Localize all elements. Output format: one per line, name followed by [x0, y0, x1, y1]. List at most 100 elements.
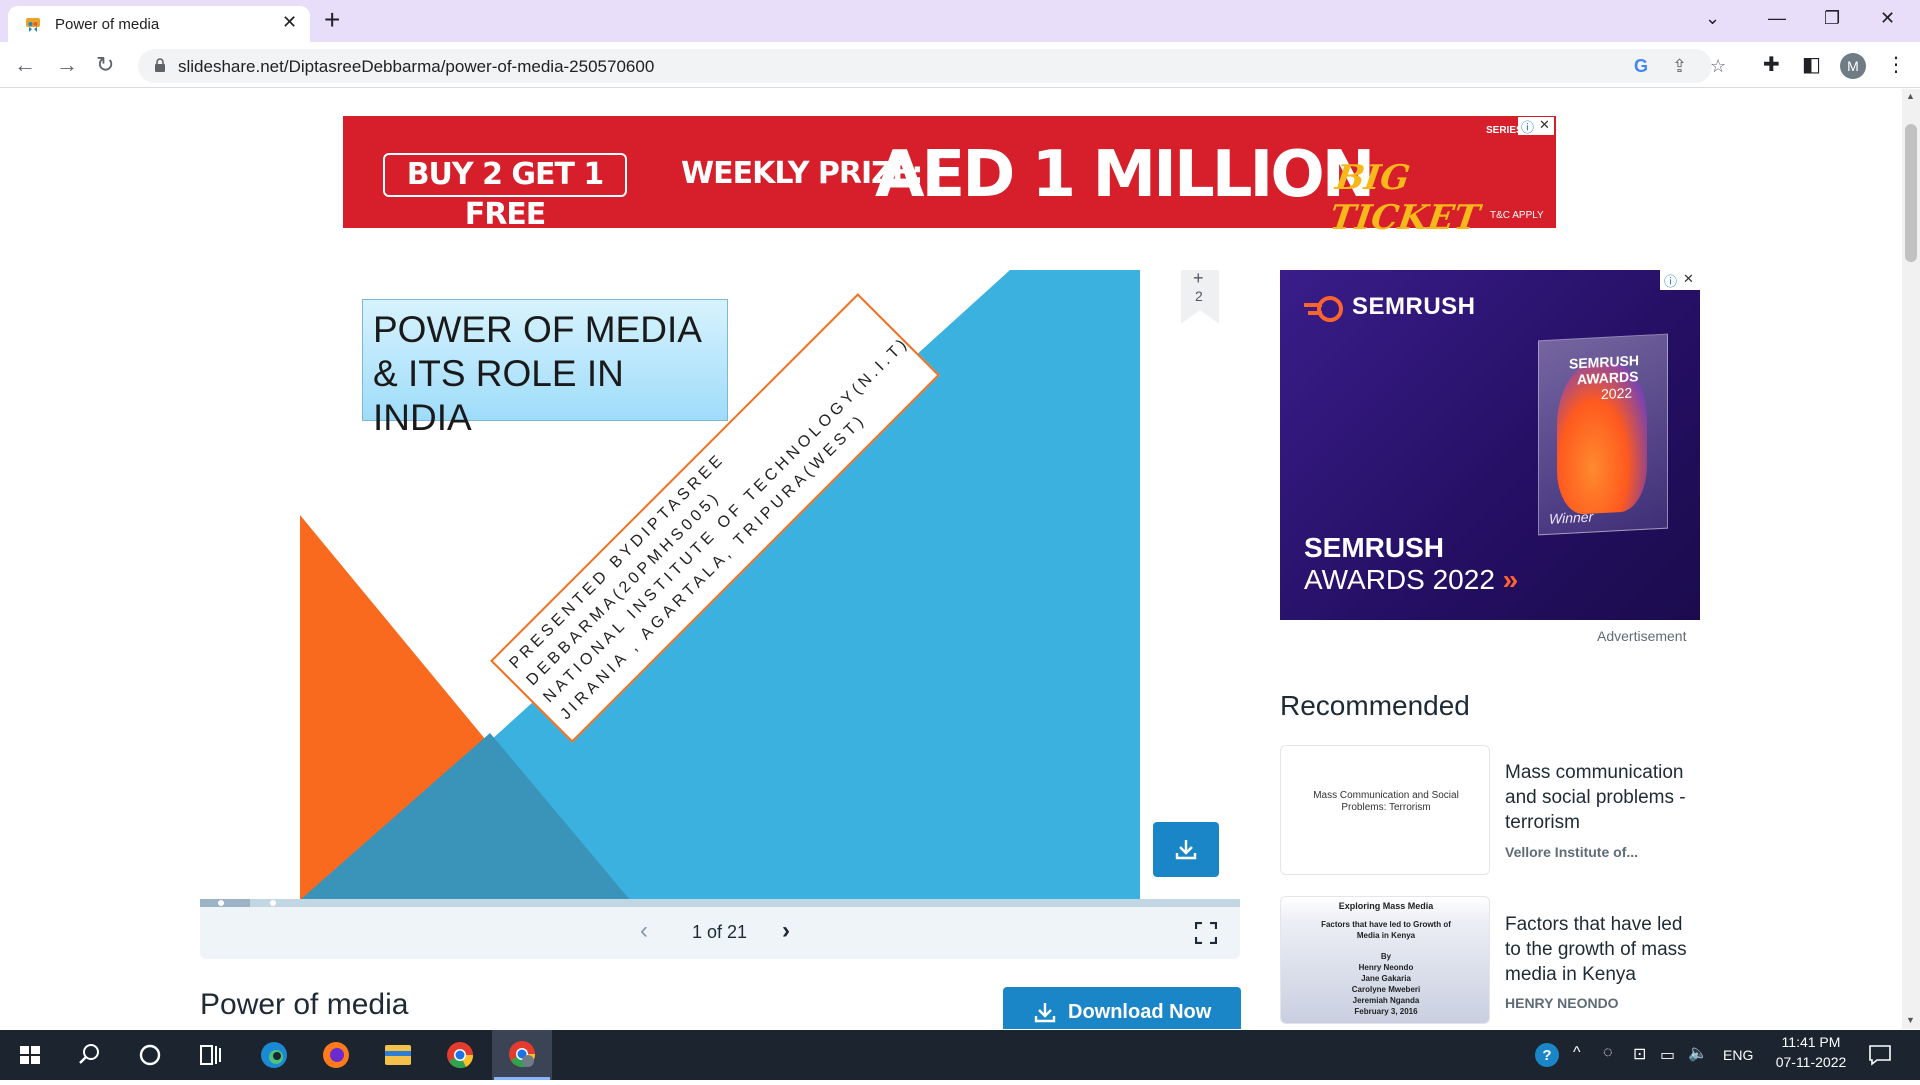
- device-icon[interactable]: ⊡: [1633, 1044, 1646, 1064]
- url-text: slideshare.net/DiptasreeDebbarma/power-o…: [178, 57, 655, 76]
- recommended-title[interactable]: Factors that have led to the growth of m…: [1505, 912, 1695, 987]
- page-scrollbar[interactable]: ▲ ▼: [1902, 89, 1920, 1029]
- address-bar[interactable]: slideshare.net/DiptasreeDebbarma/power-o…: [138, 49, 1726, 83]
- recommended-thumbnail[interactable]: Exploring Mass Media Factors that have l…: [1280, 896, 1490, 1024]
- fullscreen-icon[interactable]: [1195, 922, 1217, 944]
- forward-arrow-icon[interactable]: →: [56, 52, 78, 78]
- tab-close-icon[interactable]: ✕: [282, 12, 297, 33]
- minimize-icon[interactable]: —: [1768, 8, 1786, 29]
- new-tab-button[interactable]: +: [324, 4, 340, 36]
- bookmark-star-icon[interactable]: ☆: [1710, 56, 1726, 77]
- page-content: BUY 2 GET 1 FREE WEEKLY PRIZE: AED 1 MIL…: [0, 89, 1920, 1029]
- svg-text:?: ?: [1542, 1047, 1551, 1064]
- chrome-profile-icon: [494, 1041, 550, 1080]
- file-explorer-icon[interactable]: [368, 1030, 428, 1080]
- search-icon[interactable]: [60, 1030, 120, 1080]
- active-chrome-app[interactable]: [492, 1030, 552, 1080]
- chrome-icon[interactable]: [430, 1030, 490, 1080]
- recommended-author[interactable]: Vellore Institute of...: [1505, 844, 1638, 860]
- award-heading-line2: AWARDS 2022 »: [1304, 564, 1518, 596]
- help-icon[interactable]: ?: [1534, 1042, 1560, 1068]
- banner-ad[interactable]: BUY 2 GET 1 FREE WEEKLY PRIZE: AED 1 MIL…: [343, 116, 1556, 238]
- slide-title: POWER OF MEDIA & ITS ROLE IN INDIA: [362, 299, 728, 438]
- bookmark-count: 2: [1195, 288, 1203, 304]
- clock[interactable]: 11:41 PM 07-11-2022: [1766, 1034, 1856, 1070]
- ad-info-icon[interactable]: ⓘ: [1664, 271, 1677, 290]
- semrush-brand: SEMRUSH: [1352, 293, 1476, 320]
- progress-dot: [218, 900, 224, 906]
- menu-kebab-icon[interactable]: ⋮: [1886, 52, 1906, 77]
- semrush-logo-icon: [1304, 296, 1343, 322]
- reload-icon[interactable]: ↻: [96, 52, 114, 78]
- page-indicator: 1 of 21: [692, 922, 748, 942]
- ad-close-icon[interactable]: ✕: [1539, 117, 1550, 133]
- ad-close-icon[interactable]: ✕: [1683, 271, 1694, 287]
- download-now-button[interactable]: Download Now: [1003, 987, 1241, 1029]
- scroll-down-icon[interactable]: ▼: [1906, 1015, 1915, 1025]
- slide-bookmark[interactable]: + 2: [1181, 268, 1219, 324]
- download-icon: [1034, 1003, 1056, 1023]
- cortana-icon[interactable]: [120, 1030, 180, 1080]
- google-icon[interactable]: G: [1634, 56, 1648, 77]
- award-trophy: SEMRUSH AWARDS 2022 Winner: [1538, 333, 1668, 536]
- slide-viewer[interactable]: POWER OF MEDIA & ITS ROLE IN INDIA PRESE…: [300, 270, 1140, 900]
- thumb-subtitle: Factors that have led to Growth of Media…: [1321, 920, 1451, 940]
- tray-chevron-icon[interactable]: ^: [1573, 1044, 1581, 1062]
- thumb-text: Mass Communication and Social Problems: …: [1313, 790, 1459, 813]
- advertisement-label: Advertisement: [1597, 628, 1687, 644]
- clock-time: 11:41 PM: [1781, 1034, 1841, 1050]
- download-icon: [1175, 840, 1197, 860]
- task-view-icon[interactable]: [180, 1030, 240, 1080]
- thumb-name: Carolyne Mweberi: [1351, 985, 1421, 994]
- double-arrow-icon: »: [1502, 564, 1519, 595]
- banner-buy-offer: BUY 2 GET 1 FREE: [383, 153, 627, 232]
- semrush-ad[interactable]: SEMRUSH SEMRUSH AWARDS 2022 Winner SEMRU…: [1280, 270, 1700, 620]
- thumb-heading: Exploring Mass Media: [1338, 901, 1434, 911]
- extensions-puzzle-icon[interactable]: ✚: [1763, 52, 1780, 77]
- windows-start-icon[interactable]: [0, 1030, 60, 1080]
- network-icon[interactable]: ◌: [1603, 1044, 1613, 1062]
- windows-taskbar: ? ^ ◌ ⊡ ▭ 🔈 ENG 11:41 PM 07-11-2022: [0, 1030, 1920, 1080]
- award-heading-line2-text: AWARDS 2022: [1304, 564, 1495, 595]
- ad-choices-icon[interactable]: ⓘ ✕: [1660, 270, 1700, 290]
- share-icon[interactable]: ⇪: [1672, 56, 1687, 77]
- battery-icon[interactable]: ▭: [1660, 1045, 1675, 1065]
- ad-info-icon[interactable]: ⓘ: [1521, 117, 1534, 136]
- thumb-name: Henry Neondo: [1358, 963, 1414, 972]
- lock-icon: [155, 58, 165, 72]
- bookmark-notch: [1181, 310, 1219, 324]
- window-close-icon[interactable]: ✕: [1880, 8, 1895, 29]
- thumb-name: Jane Gakaria: [1361, 974, 1411, 983]
- recommended-author[interactable]: HENRY NEONDO: [1505, 995, 1619, 1011]
- tab-search-chevron-icon[interactable]: ⌄: [1705, 8, 1720, 29]
- slide-download-button[interactable]: [1153, 822, 1219, 877]
- restore-icon[interactable]: ❐: [1824, 8, 1840, 29]
- edge-icon[interactable]: [244, 1030, 304, 1080]
- bookmark-plus: +: [1193, 268, 1204, 288]
- scroll-up-icon[interactable]: ▲: [1906, 91, 1915, 101]
- award-heading-line1: SEMRUSH: [1304, 532, 1445, 563]
- document-title: Power of media: [200, 988, 409, 1021]
- recommended-heading: Recommended: [1280, 690, 1470, 721]
- progress-dot: [270, 900, 276, 906]
- slideshare-favicon-icon: [26, 18, 40, 32]
- previous-slide-icon[interactable]: ‹: [640, 917, 648, 945]
- notifications-icon[interactable]: [1868, 1044, 1892, 1066]
- profile-avatar[interactable]: M: [1840, 53, 1866, 79]
- next-slide-icon[interactable]: ›: [782, 917, 790, 945]
- download-now-label: Download Now: [1068, 1001, 1212, 1023]
- language-indicator[interactable]: ENG: [1723, 1047, 1753, 1063]
- big-ticket-logo: BIG TICKET: [1327, 158, 1483, 238]
- browser-toolbar: ← → ↻ slideshare.net/DiptasreeDebbarma/p…: [0, 42, 1920, 88]
- recommended-thumbnail[interactable]: Mass Communication and Social Problems: …: [1280, 745, 1490, 875]
- back-arrow-icon[interactable]: ←: [14, 52, 36, 78]
- browser-tab[interactable]: Power of media ✕: [8, 6, 310, 42]
- banner-tc-label: T&C APPLY: [1490, 210, 1544, 221]
- slide-progress-bar[interactable]: [200, 899, 1240, 907]
- volume-icon[interactable]: 🔈: [1688, 1043, 1708, 1063]
- recommended-title[interactable]: Mass communication and social problems -…: [1505, 760, 1695, 835]
- side-panel-icon[interactable]: ◧: [1802, 52, 1821, 77]
- ad-choices-icon[interactable]: ⓘ ✕: [1518, 117, 1554, 135]
- scrollbar-thumb[interactable]: [1905, 124, 1917, 262]
- firefox-icon[interactable]: [306, 1030, 366, 1080]
